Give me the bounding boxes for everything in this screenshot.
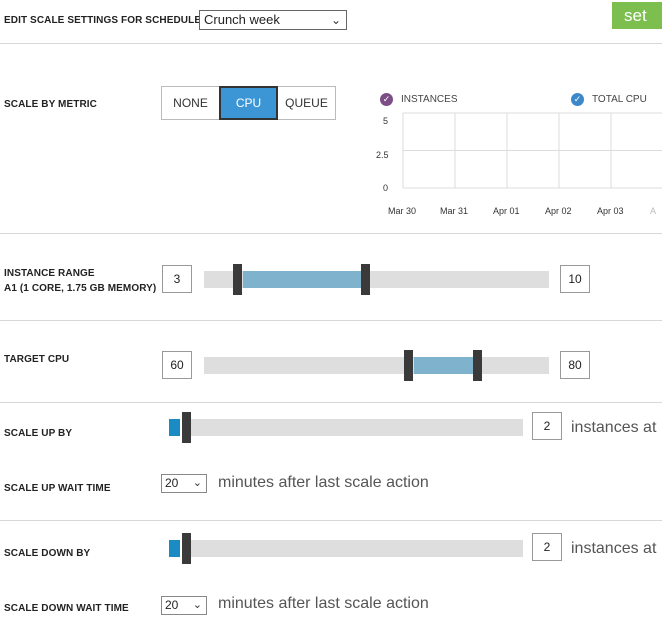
scale-down-unit: instances at: [571, 540, 657, 557]
y-tick-label: 0: [383, 183, 389, 193]
scale-up-fill: [169, 419, 180, 436]
scale-down-wait-value: 20: [165, 598, 179, 612]
legend-total-cpu-label: TOTAL CPU: [592, 94, 647, 105]
scale-by-metric-label: SCALE BY METRIC: [4, 99, 97, 110]
scale-down-fill: [169, 540, 180, 557]
scale-down-label: SCALE DOWN BY: [4, 548, 91, 559]
target-cpu-max-handle[interactable]: [473, 350, 482, 381]
instance-max-handle[interactable]: [361, 264, 370, 295]
x-tick-label: Apr 03: [597, 206, 624, 216]
check-icon: ✓: [571, 93, 584, 106]
instance-range-label: INSTANCE RANGE: [4, 268, 95, 279]
scale-down-wait-label: SCALE DOWN WAIT TIME: [4, 603, 129, 614]
check-icon: ✓: [380, 93, 393, 106]
instance-min-input[interactable]: 3: [162, 265, 192, 293]
instance-size-label: A1 (1 CORE, 1.75 GB MEMORY): [4, 283, 157, 294]
metric-option-none[interactable]: NONE: [161, 86, 220, 120]
metric-option-queue[interactable]: QUEUE: [277, 86, 336, 120]
metric-segmented-control: NONE CPU QUEUE: [161, 86, 336, 120]
chevron-down-icon: ⌄: [192, 599, 202, 611]
divider: [0, 43, 662, 44]
instance-max-input[interactable]: 10: [560, 265, 590, 293]
target-cpu-min-handle[interactable]: [404, 350, 413, 381]
scale-up-wait-value: 20: [165, 476, 179, 490]
scale-down-wait-unit: minutes after last scale action: [218, 595, 429, 612]
divider: [0, 320, 662, 321]
y-tick-label: 5: [383, 116, 389, 126]
divider: [0, 402, 662, 403]
x-tick-label: Apr 01: [493, 206, 520, 216]
x-tick-label: Mar 31: [440, 206, 469, 216]
instance-range-fill: [243, 271, 364, 288]
scale-up-wait-unit: minutes after last scale action: [218, 474, 429, 491]
scale-up-track[interactable]: [186, 419, 523, 436]
y-tick-label: 2.5: [376, 150, 389, 160]
scale-up-wait-select[interactable]: 20 ⌄: [161, 474, 207, 493]
schedule-select[interactable]: Crunch week ⌄: [199, 10, 347, 30]
scale-down-input[interactable]: 2: [532, 533, 562, 561]
scale-up-label: SCALE UP BY: [4, 428, 73, 439]
x-tick-label: Apr 02: [545, 206, 572, 216]
scale-up-unit: instances at: [571, 419, 657, 436]
set-button[interactable]: set: [612, 2, 662, 29]
legend-total-cpu[interactable]: ✓ TOTAL CPU: [571, 93, 647, 106]
scale-up-handle[interactable]: [182, 412, 191, 443]
x-tick-label: Mar 30: [388, 206, 417, 216]
schedule-label: EDIT SCALE SETTINGS FOR SCHEDULE: [4, 15, 202, 26]
chart-grid: [402, 112, 662, 189]
legend-instances[interactable]: ✓ INSTANCES: [380, 93, 458, 106]
target-cpu-track[interactable]: [204, 357, 549, 374]
divider: [0, 520, 662, 521]
target-cpu-min-input[interactable]: 60: [162, 351, 192, 379]
x-tick-label: A: [650, 206, 657, 216]
divider: [0, 233, 662, 234]
scale-up-input[interactable]: 2: [532, 412, 562, 440]
scale-down-handle[interactable]: [182, 533, 191, 564]
legend-instances-label: INSTANCES: [401, 94, 458, 105]
scale-up-wait-label: SCALE UP WAIT TIME: [4, 483, 111, 494]
chevron-down-icon: ⌄: [192, 477, 202, 489]
instance-min-handle[interactable]: [233, 264, 242, 295]
metric-option-cpu[interactable]: CPU: [219, 86, 278, 120]
target-cpu-fill: [414, 357, 474, 374]
schedule-select-value: Crunch week: [204, 12, 280, 27]
scale-down-track[interactable]: [186, 540, 523, 557]
target-cpu-label: TARGET CPU: [4, 354, 70, 365]
target-cpu-max-input[interactable]: 80: [560, 351, 590, 379]
scale-down-wait-select[interactable]: 20 ⌄: [161, 596, 207, 615]
chevron-down-icon: ⌄: [330, 13, 341, 27]
